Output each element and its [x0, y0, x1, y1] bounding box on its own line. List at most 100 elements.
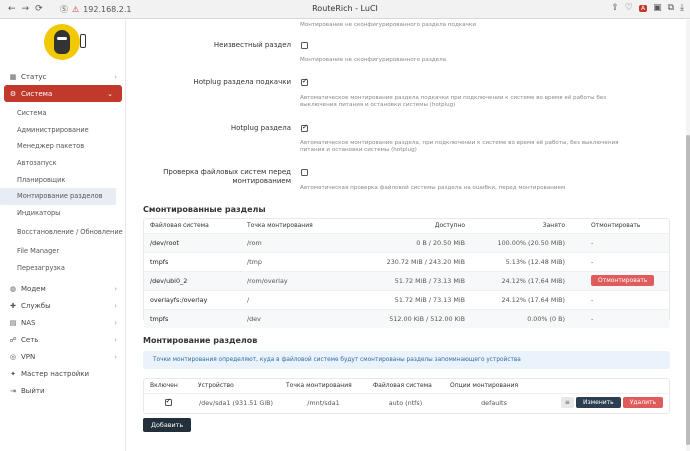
sidebar-item-label: Сеть	[21, 335, 39, 344]
fscheck-hint: Автоматическая проверка файловой системы…	[300, 185, 566, 191]
sidebar-item-system[interactable]: ⚙ Система ⌄	[4, 85, 122, 102]
cell-used: 100.00% (20.50 MiB)	[471, 232, 571, 252]
cell-mount: /rom	[241, 232, 351, 252]
col-mountpoint: Точка монтирования	[286, 382, 352, 390]
hotplug-partition-hint: Автоматическое монтирование раздела, при…	[300, 140, 619, 153]
cell-mount: /mnt/sda1	[280, 392, 367, 412]
open-external-icon[interactable]: ⧉	[668, 3, 674, 13]
sidebar-item-label: Статус	[21, 72, 47, 81]
logo[interactable]	[44, 24, 80, 60]
col-actions	[544, 379, 669, 393]
sidebar-item-label: NAS	[21, 318, 36, 327]
share-icon[interactable]: ⇪	[611, 3, 619, 13]
sidebar-item-label: VPN	[21, 352, 36, 361]
cell-fs: /dev/ubi0_2	[144, 270, 241, 290]
scrollbar-thumb[interactable]	[686, 135, 690, 445]
page-scrollbar[interactable]	[686, 20, 690, 451]
cell-fs: tmpfs	[144, 251, 241, 271]
col-unmount: Отмонтировать	[591, 222, 641, 230]
cell-available: 512.00 KiB / 512.00 KiB	[351, 308, 471, 328]
sidebar-item-status[interactable]: ▦ Статус ›	[0, 68, 126, 85]
sidebar-item-modem[interactable]: ◍ Модем ›	[0, 280, 126, 297]
storage-icon: ▤	[9, 318, 17, 327]
submenu-administration[interactable]: Администрирование	[0, 122, 126, 139]
vpn-icon: ◎	[9, 352, 17, 361]
mounts-info-box: Точки монтирования определяют, куда в фа…	[143, 351, 670, 369]
hotplug-partition-checkbox[interactable]	[301, 123, 308, 132]
cell-mount: /tmp	[241, 251, 351, 271]
submenu-file-manager[interactable]: File Manager	[0, 243, 126, 260]
logout-icon: ⇥	[10, 386, 16, 395]
network-icon: ☍	[9, 335, 17, 344]
sidebar-item-network[interactable]: ☍ Сеть ›	[0, 331, 126, 348]
chevron-right-icon: ›	[114, 352, 117, 361]
cell-used: 5.13% (12.48 MiB)	[471, 251, 571, 271]
submenu-startup[interactable]: Автозапуск	[0, 155, 126, 172]
add-mount-button[interactable]: Добавить	[143, 418, 192, 432]
submenu-reboot[interactable]: Перезагрузка	[0, 260, 126, 277]
download-icon[interactable]: ⤓	[680, 3, 684, 13]
address-bar[interactable]: Ⓢ ⚠ 192.168.2.1	[60, 4, 132, 15]
col-used: Занято	[542, 222, 565, 230]
forward-icon[interactable]: →	[22, 4, 30, 14]
logo-antenna	[80, 34, 86, 48]
table-row: /dev/ubi0_2 /rom/overlay 51.72 MiB / 73.…	[144, 270, 669, 290]
table-row: /dev/sda1 (931.51 GiB) /mnt/sda1 auto (n…	[144, 392, 669, 412]
cell-unmount: -	[571, 232, 669, 252]
chevron-right-icon: ›	[114, 335, 117, 344]
fscheck-label: Проверка файловых систем перед монтирова…	[163, 168, 291, 185]
drag-handle-icon[interactable]: ≡	[560, 397, 574, 409]
sidebar-item-wizard[interactable]: ✦ Мастер настройки	[0, 365, 126, 382]
chevron-right-icon: ›	[114, 72, 117, 81]
extension-icon[interactable]: A	[638, 4, 648, 12]
unmount-button[interactable]: Отмонтировать	[591, 275, 655, 286]
cell-fs: tmpfs	[144, 308, 241, 328]
sidebar: ▦ Статус › ⚙ Система ⌄ Система Администр…	[0, 20, 126, 451]
cell-used: 24.12% (17.64 MiB)	[471, 289, 571, 309]
cell-options: defaults	[444, 392, 544, 412]
delete-button[interactable]: Удалить	[622, 397, 663, 409]
table-header: Включен Устройство Точка монтирования Фа…	[144, 379, 669, 393]
puzzle-icon: ✚	[10, 301, 16, 310]
cell-mount: /dev	[241, 308, 351, 328]
split-view-icon[interactable]: ▣	[653, 3, 662, 13]
sidebar-item-logout[interactable]: ⇥ Выйти	[0, 382, 126, 399]
submenu-leds[interactable]: Индикаторы	[0, 205, 126, 222]
mounts-table: Включен Устройство Точка монтирования Фа…	[143, 378, 670, 414]
submenu-mount-points[interactable]: Монтирование разделов	[0, 187, 116, 205]
sidebar-item-services[interactable]: ✚ Службы ›	[0, 297, 126, 314]
submenu-system[interactable]: Система	[0, 105, 126, 122]
main-content: Монтирование не сконфигурированного разд…	[126, 20, 686, 451]
chevron-right-icon: ›	[114, 301, 117, 310]
submenu-scheduler[interactable]: Планировщик	[0, 171, 126, 188]
logo-face	[54, 30, 70, 54]
sidebar-item-vpn[interactable]: ◎ VPN ›	[0, 348, 126, 365]
cell-mount: /	[241, 289, 351, 309]
bookmark-icon[interactable]: ♡	[625, 3, 633, 13]
reload-icon[interactable]: ⟳	[35, 4, 43, 14]
col-mountpoint: Точка монтирования	[247, 222, 313, 230]
submenu-backup-flash[interactable]: Восстановление / Обновление	[0, 221, 126, 243]
table-row: overlayfs:/overlay / 51.72 MiB / 73.13 M…	[144, 289, 669, 309]
url-text[interactable]: 192.168.2.1	[83, 5, 131, 14]
cell-unmount: -	[571, 308, 669, 328]
submenu-package-manager[interactable]: Менеджер пакетов	[0, 138, 126, 155]
back-icon[interactable]: ←	[8, 4, 16, 14]
col-enabled: Включен	[150, 382, 178, 390]
warning-icon[interactable]: ⚠	[72, 5, 79, 14]
unknown-partition-checkbox[interactable]	[301, 42, 308, 49]
col-device: Устройство	[198, 382, 234, 390]
fscheck-checkbox[interactable]	[301, 169, 308, 176]
cell-used: 24.12% (17.64 MiB)	[471, 270, 571, 290]
hotplug-swap-checkbox[interactable]	[301, 77, 308, 86]
table-row: tmpfs /dev 512.00 KiB / 512.00 KiB 0.00%…	[144, 308, 669, 328]
edit-button[interactable]: Изменить	[575, 397, 621, 409]
dashboard-icon: ▦	[9, 72, 17, 81]
table-header: Файловая система Точка монтирования Дост…	[144, 219, 669, 233]
hotplug-swap-hint: Автоматическое монтирование раздела подк…	[300, 95, 607, 108]
sidebar-item-label: Система	[21, 89, 53, 98]
mount-enabled-checkbox[interactable]	[164, 397, 172, 407]
mounted-section-title: Смонтированные разделы	[143, 205, 266, 214]
sidebar-item-nas[interactable]: ▤ NAS ›	[0, 314, 126, 331]
col-filesystem: Файловая система	[150, 222, 209, 230]
